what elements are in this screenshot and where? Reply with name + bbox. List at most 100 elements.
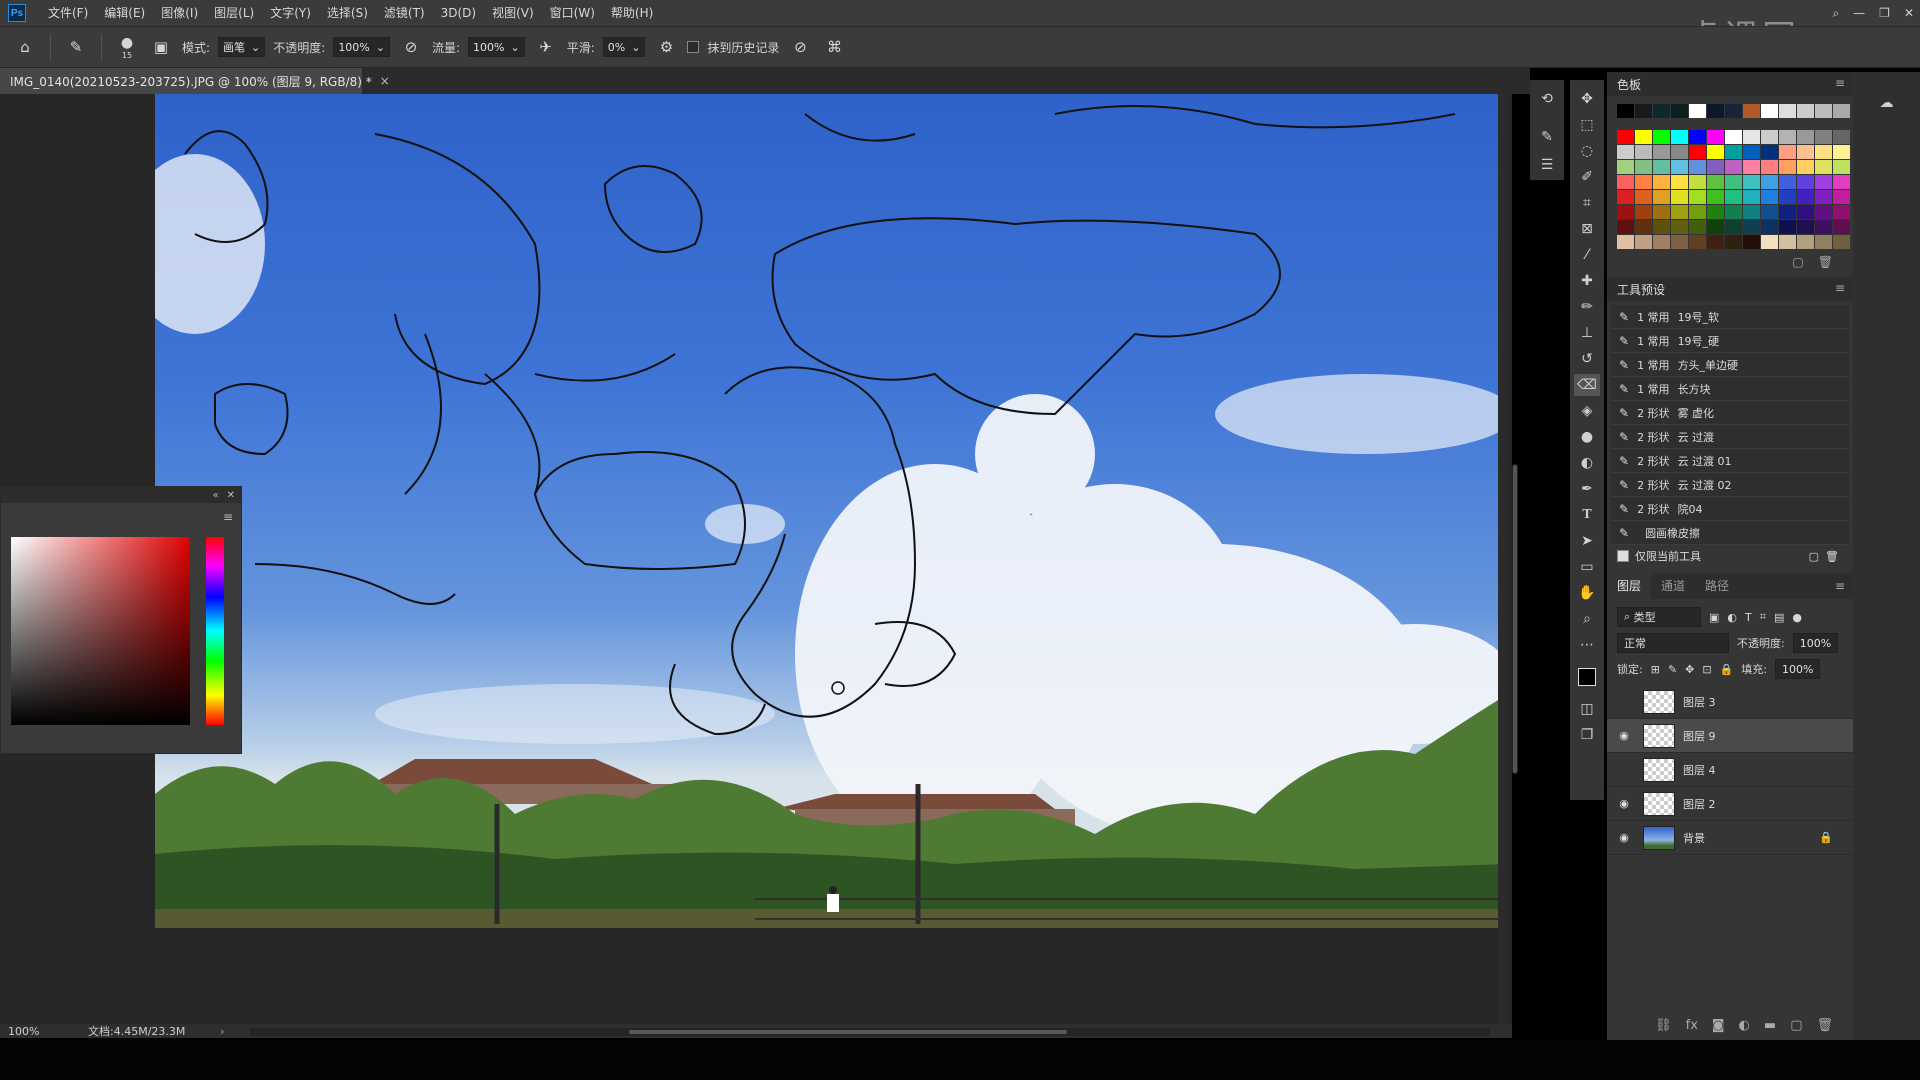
swatch[interactable]	[1707, 160, 1724, 174]
delete-layer-icon[interactable]: 🗑	[1816, 1018, 1833, 1033]
swatch[interactable]	[1689, 160, 1706, 174]
panel-menu-icon[interactable]: ≡	[1835, 579, 1845, 593]
preset-item[interactable]: ✎ 1 常用 长方块	[1611, 377, 1849, 401]
swatch[interactable]	[1797, 160, 1814, 174]
swatch[interactable]	[1815, 130, 1832, 144]
swatch[interactable]	[1815, 175, 1832, 189]
preset-item[interactable]: ✎ 2 形状云 过渡 02	[1611, 473, 1849, 497]
swatch[interactable]	[1779, 235, 1796, 249]
swatch[interactable]	[1653, 130, 1670, 144]
minimize-icon[interactable]: —	[1853, 6, 1865, 20]
swatch[interactable]	[1671, 205, 1688, 219]
menu-item[interactable]: 3D(D)	[433, 0, 484, 26]
swatch[interactable]	[1815, 235, 1832, 249]
fx-icon[interactable]: fx	[1686, 1018, 1698, 1033]
swatch[interactable]	[1779, 190, 1796, 204]
swatch[interactable]	[1833, 104, 1850, 118]
panel-menu-icon[interactable]: ≡	[1835, 76, 1845, 90]
lock-all-icon[interactable]: 🔒	[1720, 663, 1734, 676]
add-mask-icon[interactable]: ◙	[1712, 1018, 1725, 1033]
swatch[interactable]	[1743, 205, 1760, 219]
menu-item[interactable]: 图像(I)	[153, 0, 206, 26]
swatch[interactable]	[1833, 175, 1850, 189]
hand-tool-icon[interactable]: ✋	[1574, 582, 1600, 604]
menu-item[interactable]: 窗口(W)	[542, 0, 603, 26]
menu-icon[interactable]: ≡	[223, 510, 233, 524]
new-group-icon[interactable]: ▬	[1764, 1018, 1776, 1033]
swatch[interactable]	[1635, 235, 1652, 249]
swatch[interactable]	[1743, 220, 1760, 234]
swatch[interactable]	[1617, 190, 1634, 204]
filter-pixel-icon[interactable]: ▣	[1709, 611, 1719, 624]
menu-item[interactable]: 选择(S)	[319, 0, 376, 26]
swatch[interactable]	[1833, 190, 1850, 204]
close-icon[interactable]: ✕	[227, 490, 235, 501]
layer-row[interactable]: ◉ 图层 9	[1607, 719, 1853, 753]
swatch[interactable]	[1815, 220, 1832, 234]
layer-filter-select[interactable]: ⌕ 类型	[1617, 607, 1701, 627]
rectangle-tool-icon[interactable]: ▭	[1574, 556, 1600, 578]
new-preset-icon[interactable]: ▢	[1809, 550, 1819, 563]
filter-smart-icon[interactable]: ▤	[1774, 611, 1784, 624]
menu-item[interactable]: 文件(F)	[40, 0, 96, 26]
swatch[interactable]	[1689, 130, 1706, 144]
swatch[interactable]	[1653, 220, 1670, 234]
swatch[interactable]	[1779, 145, 1796, 159]
swatch[interactable]	[1617, 130, 1634, 144]
swatch[interactable]	[1707, 205, 1724, 219]
swatch[interactable]	[1617, 160, 1634, 174]
history-panel-icon[interactable]: ⟲	[1534, 88, 1560, 110]
preset-item[interactable]: ✎ 圆画橡皮擦	[1611, 521, 1849, 545]
swatch[interactable]	[1725, 220, 1742, 234]
preset-item[interactable]: ✎ 2 形状云 过渡	[1611, 425, 1849, 449]
layer-row[interactable]: ◉ 背景 🔒	[1607, 821, 1853, 855]
swatch[interactable]	[1671, 190, 1688, 204]
marquee-tool-icon[interactable]: ⬚	[1574, 114, 1600, 136]
swatch[interactable]	[1635, 220, 1652, 234]
swatch[interactable]	[1635, 104, 1652, 118]
filter-type-icon[interactable]: T	[1745, 611, 1752, 624]
filter-toggle-icon[interactable]: ●	[1792, 611, 1802, 624]
foreground-color[interactable]	[1578, 668, 1596, 686]
swatch[interactable]	[1689, 235, 1706, 249]
preset-item[interactable]: ✎ 2 形状雾 虚化	[1611, 401, 1849, 425]
swatch[interactable]	[1743, 190, 1760, 204]
history-brush-icon[interactable]: ↺	[1574, 348, 1600, 370]
swatch[interactable]	[1617, 235, 1634, 249]
swatch[interactable]	[1761, 145, 1778, 159]
tab-layers[interactable]: 图层	[1607, 573, 1652, 599]
swatch[interactable]	[1725, 205, 1742, 219]
quick-select-tool-icon[interactable]: ✐	[1574, 166, 1600, 188]
swatch[interactable]	[1797, 220, 1814, 234]
swatch[interactable]	[1671, 104, 1688, 118]
swatch[interactable]	[1671, 130, 1688, 144]
swatch[interactable]	[1779, 175, 1796, 189]
swatch[interactable]	[1671, 235, 1688, 249]
swatch[interactable]	[1725, 145, 1742, 159]
panel-menu-icon[interactable]: ≡	[1835, 281, 1845, 295]
swatch[interactable]	[1815, 205, 1832, 219]
menu-item[interactable]: 视图(V)	[484, 0, 542, 26]
swatch[interactable]	[1779, 130, 1796, 144]
swatch[interactable]	[1725, 235, 1742, 249]
swatch[interactable]	[1779, 205, 1796, 219]
hue-slider[interactable]	[206, 537, 224, 725]
pressure-opacity-icon[interactable]: ⊘	[398, 34, 424, 60]
stamp-tool-icon[interactable]: ⊥	[1574, 322, 1600, 344]
menu-item[interactable]: 文字(Y)	[262, 0, 319, 26]
swatch[interactable]	[1797, 190, 1814, 204]
menu-item[interactable]: 编辑(E)	[96, 0, 153, 26]
status-menu-arrow[interactable]: ›	[220, 1025, 224, 1038]
swatch[interactable]	[1725, 130, 1742, 144]
mode-select[interactable]: 画笔 ⌄	[218, 37, 266, 57]
swatch[interactable]	[1671, 160, 1688, 174]
swatch[interactable]	[1761, 190, 1778, 204]
brush-size-picker[interactable]: ● 15	[114, 34, 140, 60]
airbrush-icon[interactable]: ✈	[533, 34, 559, 60]
swatch[interactable]	[1833, 220, 1850, 234]
swatch[interactable]	[1797, 235, 1814, 249]
swatch[interactable]	[1815, 160, 1832, 174]
paint-bucket-icon[interactable]: ◈	[1574, 400, 1600, 422]
swatch[interactable]	[1725, 160, 1742, 174]
swatch[interactable]	[1761, 160, 1778, 174]
